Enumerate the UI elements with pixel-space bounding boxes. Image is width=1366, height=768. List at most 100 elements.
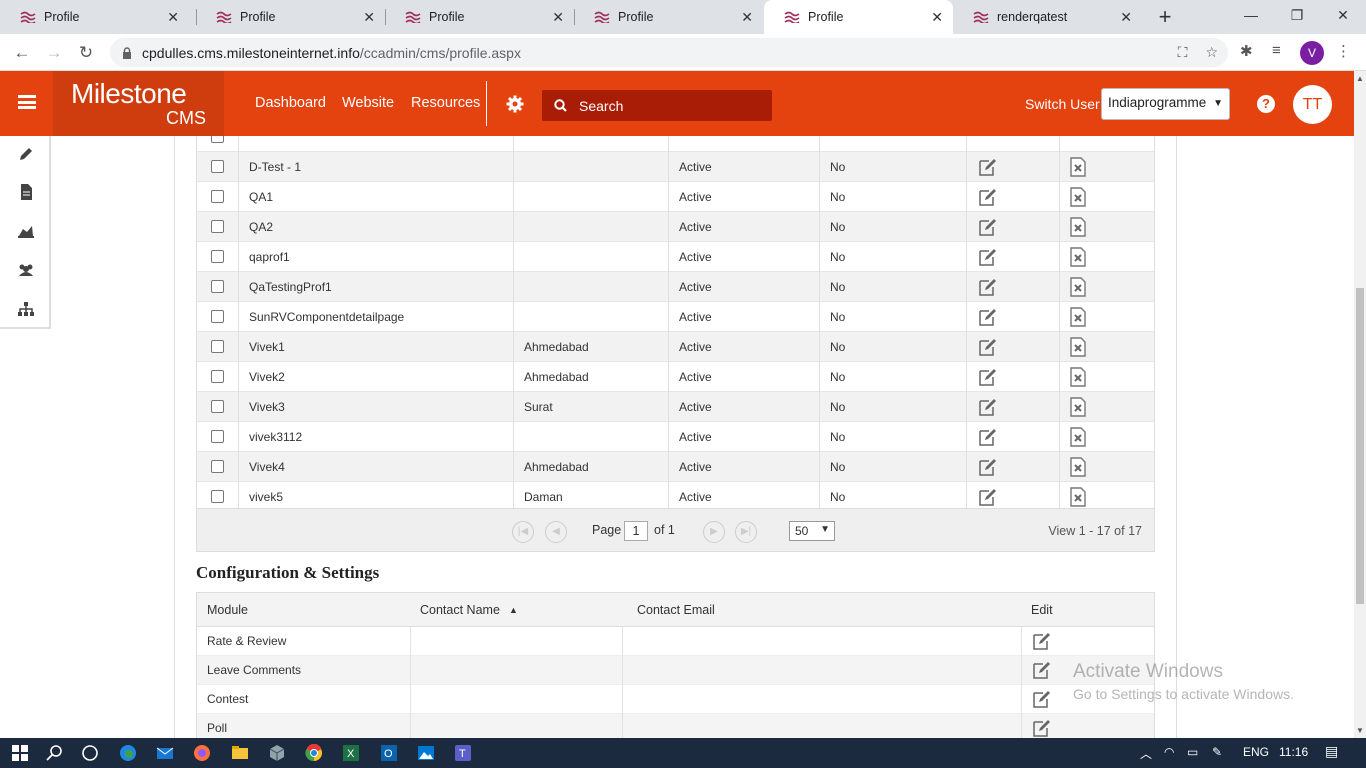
col-module[interactable]: Module [207, 603, 248, 617]
gear-icon[interactable] [506, 95, 524, 113]
delete-icon[interactable] [1070, 367, 1086, 387]
switch-user-select[interactable]: Indiaprogramme ▼ [1101, 88, 1230, 120]
edit-icon[interactable] [1031, 631, 1051, 651]
delete-icon[interactable] [1070, 457, 1086, 477]
users-icon[interactable] [16, 260, 36, 280]
scroll-up-icon[interactable]: ▲ [1356, 74, 1364, 83]
windows-start-icon[interactable] [11, 744, 29, 762]
edit-icon[interactable] [977, 187, 997, 207]
browser-tab[interactable]: Profile ✕ [385, 0, 574, 34]
back-icon[interactable]: ← [10, 41, 34, 65]
network-icon[interactable]: ◠ [1164, 745, 1174, 759]
close-icon[interactable]: ✕ [741, 9, 753, 26]
scrollbar-thumb[interactable] [1356, 288, 1364, 604]
kebab-menu-icon[interactable]: ⋮ [1336, 42, 1351, 60]
nav-resources[interactable]: Resources [411, 95, 480, 111]
row-checkbox[interactable] [211, 490, 224, 503]
row-checkbox[interactable] [211, 250, 224, 263]
chrome-icon[interactable] [305, 744, 323, 762]
extensions-icon[interactable]: ✱ [1240, 42, 1253, 60]
photos-icon[interactable] [417, 744, 435, 762]
delete-icon[interactable] [1070, 487, 1086, 507]
close-icon[interactable]: ✕ [931, 9, 943, 26]
delete-icon[interactable] [1070, 337, 1086, 357]
browser-tab[interactable]: renderqatest ✕ [953, 0, 1142, 34]
row-checkbox[interactable] [211, 370, 224, 383]
close-icon[interactable]: ✕ [363, 9, 375, 26]
edit-icon[interactable] [977, 247, 997, 267]
tray-chevron-icon[interactable]: ︿ [1140, 745, 1152, 762]
url-bar[interactable]: cpdulles.cms.milestoneinternet.info/ccad… [110, 38, 1228, 67]
col-contact-name[interactable]: Contact Name [420, 603, 500, 617]
nav-dashboard[interactable]: Dashboard [255, 95, 326, 111]
help-icon[interactable]: ? [1257, 95, 1275, 113]
scroll-down-icon[interactable]: ▼ [1356, 726, 1364, 735]
edit-icon[interactable] [977, 277, 997, 297]
first-page-icon[interactable]: |◀ [512, 521, 534, 543]
edit-icon[interactable] [1031, 660, 1051, 680]
user-avatar[interactable]: TT [1293, 85, 1332, 124]
media-control-icon[interactable]: ≡ [1272, 42, 1281, 59]
delete-icon[interactable] [1070, 187, 1086, 207]
minimize-icon[interactable]: — [1228, 0, 1274, 30]
restore-icon[interactable]: ❐ [1274, 0, 1320, 30]
edit-icon[interactable] [977, 157, 997, 177]
delete-icon[interactable] [1070, 277, 1086, 297]
bookmark-star-icon[interactable]: ☆ [1205, 44, 1218, 61]
delete-icon[interactable] [1070, 307, 1086, 327]
row-checkbox[interactable] [211, 340, 224, 353]
firefox-icon[interactable] [193, 744, 211, 762]
page-number-input[interactable]: 1 [624, 521, 648, 541]
row-checkbox[interactable] [211, 400, 224, 413]
row-checkbox[interactable] [211, 160, 224, 173]
edit-icon[interactable] [1031, 718, 1051, 738]
document-icon[interactable] [16, 182, 36, 202]
sitemap-icon[interactable] [16, 299, 36, 319]
delete-icon[interactable] [1070, 217, 1086, 237]
edit-icon[interactable] [977, 457, 997, 477]
search-icon[interactable] [46, 744, 64, 762]
app-cube-icon[interactable] [268, 744, 286, 762]
hamburger-menu-icon[interactable] [18, 95, 36, 109]
excel-icon[interactable]: X [342, 744, 360, 762]
browser-tab[interactable]: Profile ✕ [196, 0, 385, 34]
close-icon[interactable]: ✕ [552, 9, 564, 26]
close-icon[interactable]: ✕ [167, 9, 179, 26]
window-close-icon[interactable]: ✕ [1320, 0, 1366, 30]
row-checkbox[interactable] [211, 430, 224, 443]
nav-website[interactable]: Website [342, 95, 394, 111]
close-icon[interactable]: ✕ [1120, 9, 1132, 26]
chart-icon[interactable] [16, 221, 36, 241]
translate-icon[interactable]: ⛶ [1178, 44, 1188, 61]
row-checkbox[interactable] [211, 136, 224, 143]
edit-icon[interactable] [977, 427, 997, 447]
new-tab-button[interactable]: + [1151, 4, 1179, 30]
edit-icon[interactable] [977, 307, 997, 327]
row-checkbox[interactable] [211, 220, 224, 233]
browser-tab-active[interactable]: Profile ✕ [764, 0, 953, 34]
delete-icon[interactable] [1070, 247, 1086, 267]
delete-icon[interactable] [1070, 157, 1086, 177]
outlook-icon[interactable]: O [380, 744, 398, 762]
search-input[interactable]: Search [542, 90, 772, 121]
delete-icon[interactable] [1070, 427, 1086, 447]
mail-icon[interactable] [156, 744, 174, 762]
row-checkbox[interactable] [211, 310, 224, 323]
pencil-icon[interactable] [16, 144, 36, 164]
edit-icon[interactable] [977, 367, 997, 387]
prev-page-icon[interactable]: ◀ [545, 521, 567, 543]
page-size-select[interactable]: 50 ▼ [789, 521, 835, 541]
edit-icon[interactable] [977, 397, 997, 417]
col-contact-email[interactable]: Contact Email [637, 603, 715, 617]
clock[interactable]: 11:16 [1279, 745, 1308, 759]
row-checkbox[interactable] [211, 190, 224, 203]
browser-tab[interactable]: Profile ✕ [0, 0, 189, 34]
edit-icon[interactable] [1031, 689, 1051, 709]
battery-icon[interactable]: ▭ [1187, 745, 1198, 759]
task-view-icon[interactable] [81, 744, 99, 762]
page-scrollbar[interactable]: ▲ ▼ [1354, 71, 1366, 738]
forward-icon[interactable]: → [42, 41, 66, 65]
row-checkbox[interactable] [211, 460, 224, 473]
language-indicator[interactable]: ENG [1243, 745, 1269, 759]
milestone-logo[interactable]: Milestone CMS [53, 71, 224, 136]
